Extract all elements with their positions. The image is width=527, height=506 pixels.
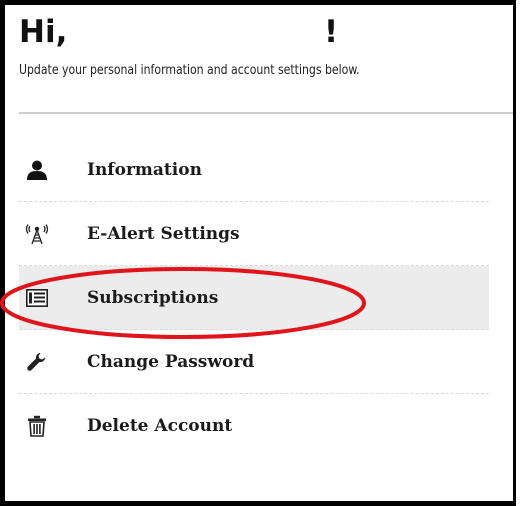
menu-item-information[interactable]: Information [19,138,489,202]
antenna-icon [21,221,53,247]
page-title: Hi, ! [19,12,338,52]
menu-item-label: Delete Account [87,416,233,436]
trash-icon [21,413,53,439]
header-divider [19,112,513,114]
greeting-prefix: Hi, [19,14,68,50]
menu-item-delete-account[interactable]: Delete Account [19,394,489,458]
annotation-ellipse [0,267,366,339]
menu-item-label: Information [87,159,202,180]
window-edge [513,0,527,506]
menu-item-label: E-Alert Settings [87,223,240,244]
wrench-icon [21,349,53,375]
page-subtitle: Update your personal information and acc… [19,63,360,78]
greeting-suffix: ! [323,14,339,50]
redacted-name [78,18,314,49]
user-icon [21,157,53,183]
menu-item-e-alert-settings[interactable]: E-Alert Settings [19,202,489,266]
menu-item-label: Change Password [87,351,255,372]
highlight-ellipse [0,267,366,339]
